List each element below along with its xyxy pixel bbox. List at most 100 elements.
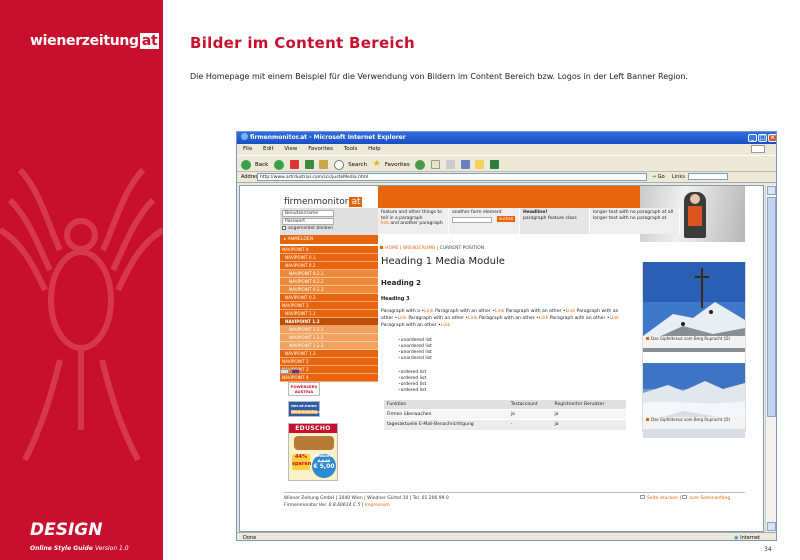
web-page-viewport: firmenmonitor at Benutzername Passwort an… [239, 185, 764, 532]
paragraph-link[interactable]: Link [468, 316, 477, 321]
breadcrumb-link[interactable]: BREADCRUMB [403, 246, 435, 251]
search-icon[interactable] [334, 159, 345, 170]
flag-uk-icon[interactable] [291, 369, 300, 374]
forward-arrow-icon[interactable] [274, 159, 285, 170]
links-toolbar: Links [672, 173, 772, 181]
scroll-thumb[interactable] [767, 197, 776, 417]
teaser-link[interactable]: link [381, 221, 389, 226]
table-header: Funktion [384, 400, 508, 410]
menu-tools[interactable]: Tools [344, 146, 358, 152]
refresh-icon[interactable] [304, 160, 314, 169]
folder-icon[interactable] [475, 160, 485, 169]
print-icon[interactable] [445, 160, 455, 169]
search-label[interactable]: Search [348, 162, 367, 168]
scroll-up-button[interactable] [767, 186, 776, 195]
mail-icon[interactable] [431, 160, 441, 169]
footer-links: Seite drucken | zum Seitenanfang [640, 495, 730, 501]
firmenmonitor-logo[interactable]: firmenmonitor at [284, 197, 363, 207]
nav-item[interactable]: NAVIPOINT 0.1 [280, 254, 378, 262]
back-arrow-icon[interactable] [241, 159, 251, 170]
amt-banner[interactable]: der.at.home Weihnachtsgeld [288, 401, 325, 417]
table-header: Testaccount [507, 400, 552, 410]
maximize-button[interactable]: □ [758, 134, 767, 142]
heading-1: Heading 1 Media Module [381, 256, 505, 267]
nav-item[interactable]: NAVIPOINT 1.2.3 [280, 342, 378, 350]
nav-item[interactable]: NAVIPOINT 0.2.1 [280, 270, 378, 278]
footer-divider [284, 492, 745, 493]
history-icon[interactable] [415, 159, 426, 170]
footer-info: Wiener Zeitung GmbH | 1040 Wien | Wiedne… [284, 496, 449, 508]
back-label[interactable]: Back [255, 162, 268, 168]
impressum-link[interactable]: Impressum [365, 503, 390, 508]
remember-checkbox[interactable]: angemeldet bleiben [282, 226, 333, 231]
nav-item[interactable]: NAVIPOINT 1.2.2 [280, 334, 378, 342]
nav-item[interactable]: NAVIPOINT 0.2.2 [280, 278, 378, 286]
browser-toolbar: Back Search ★ Favorites [237, 155, 776, 172]
username-input[interactable]: Benutzername [282, 210, 334, 217]
go-button[interactable]: ➜ Go [652, 172, 665, 183]
status-text: Done [243, 535, 257, 541]
powerserv-banner[interactable]: POWERSERV AUSTRIA [288, 382, 320, 396]
teaser-search-input[interactable] [452, 216, 492, 223]
image-caption: Das Gipfelkreuz vom Berg Rupracht (D) [643, 417, 745, 429]
address-input[interactable]: http://www.artrdustrial.com/scs/justeMed… [257, 173, 647, 181]
globe-icon: ◉ [734, 535, 739, 541]
paragraph-link[interactable]: Link [610, 316, 619, 321]
nav-item[interactable]: NAVIPOINT 1.2.1 [280, 326, 378, 334]
toolbar-search-input[interactable] [687, 173, 728, 180]
flag-de-icon[interactable] [280, 369, 289, 374]
eduscho-banner[interactable]: EDUSCHO 44% sparen Bestkarte € 8,99 € 5,00 [288, 423, 338, 481]
edit-icon[interactable] [460, 160, 470, 169]
print-link[interactable]: Seite drucken [647, 496, 678, 501]
windows-flag-icon [751, 145, 765, 153]
teaser-1: feature and other things to tell in a pa… [378, 208, 449, 234]
site-header-orange-band [378, 186, 640, 208]
to-top-link[interactable]: zum Seitenanfang [689, 496, 730, 501]
paragraph-link[interactable]: Link [495, 309, 504, 314]
paragraph-link[interactable]: Link [539, 316, 548, 321]
password-input[interactable]: Passwort [282, 218, 334, 225]
vertical-scrollbar[interactable] [765, 185, 776, 532]
messenger-icon[interactable] [490, 160, 500, 169]
page-number: 34 [764, 546, 772, 553]
nav-item[interactable]: NAVIPOINT 0.3 [280, 294, 378, 302]
nav-item[interactable]: NAVIPOINT 0.2 [280, 262, 378, 270]
home-icon[interactable] [319, 160, 329, 169]
menu-edit[interactable]: Edit [263, 146, 274, 152]
nav-item[interactable]: NAVIPOINT 1 [280, 302, 378, 310]
login-button[interactable]: ▸ ANMELDEN [280, 235, 378, 244]
favorites-star-icon[interactable]: ★ [373, 156, 381, 173]
nav-item[interactable]: NAVIPOINT 4 [280, 374, 378, 382]
left-banner: wienerzeitung at DESIGN Online Style Guid… [0, 0, 163, 560]
nav-item[interactable]: NAVIPOINT 1.3 [280, 350, 378, 358]
favorites-label[interactable]: Favorites [385, 162, 410, 168]
paragraph-link[interactable]: Link [566, 309, 575, 314]
stop-icon[interactable] [289, 160, 299, 169]
wienerzeitung-logo: wienerzeitung at [30, 33, 160, 49]
nav-item[interactable]: NAVIPOINT 2 [280, 358, 378, 366]
teaser-search-button[interactable]: suchen [497, 216, 516, 222]
nav-item[interactable]: NAVIPOINT 0.2.3 [280, 286, 378, 294]
left-navigation: NAVIPOINT 0 NAVIPOINT 0.1 NAVIPOINT 0.2 NAV… [280, 246, 378, 382]
teaser-4: longer text with no paragraph at all lon… [590, 208, 680, 234]
status-zone: ◉ Internet [734, 535, 760, 541]
menu-favorites[interactable]: Favorites [308, 146, 333, 152]
minimize-button[interactable]: _ [748, 134, 757, 142]
scroll-down-button[interactable] [767, 522, 776, 531]
list-item: ordered list [398, 388, 427, 394]
menu-bar: File Edit View Favorites Tools Help [237, 144, 776, 154]
breadcrumb: HOME | BREADCRUMB | CURRENT POSITION [380, 246, 484, 251]
nav-item[interactable]: NAVIPOINT 1.1 [280, 310, 378, 318]
paragraph-link[interactable]: Link [441, 323, 450, 328]
paragraph-link[interactable]: Link [397, 316, 406, 321]
close-button[interactable]: × [768, 134, 776, 142]
nav-item[interactable]: NAVIPOINT 1.2 [280, 318, 378, 326]
menu-help[interactable]: Help [368, 146, 381, 152]
nav-item[interactable]: NAVIPOINT 0 [280, 246, 378, 254]
breadcrumb-home[interactable]: HOME [385, 246, 399, 251]
menu-view[interactable]: View [284, 146, 297, 152]
menu-file[interactable]: File [243, 146, 252, 152]
heading-3: Heading 3 [381, 296, 410, 302]
paragraph-link[interactable]: Link [424, 309, 433, 314]
heading-2: Heading 2 [381, 279, 422, 287]
